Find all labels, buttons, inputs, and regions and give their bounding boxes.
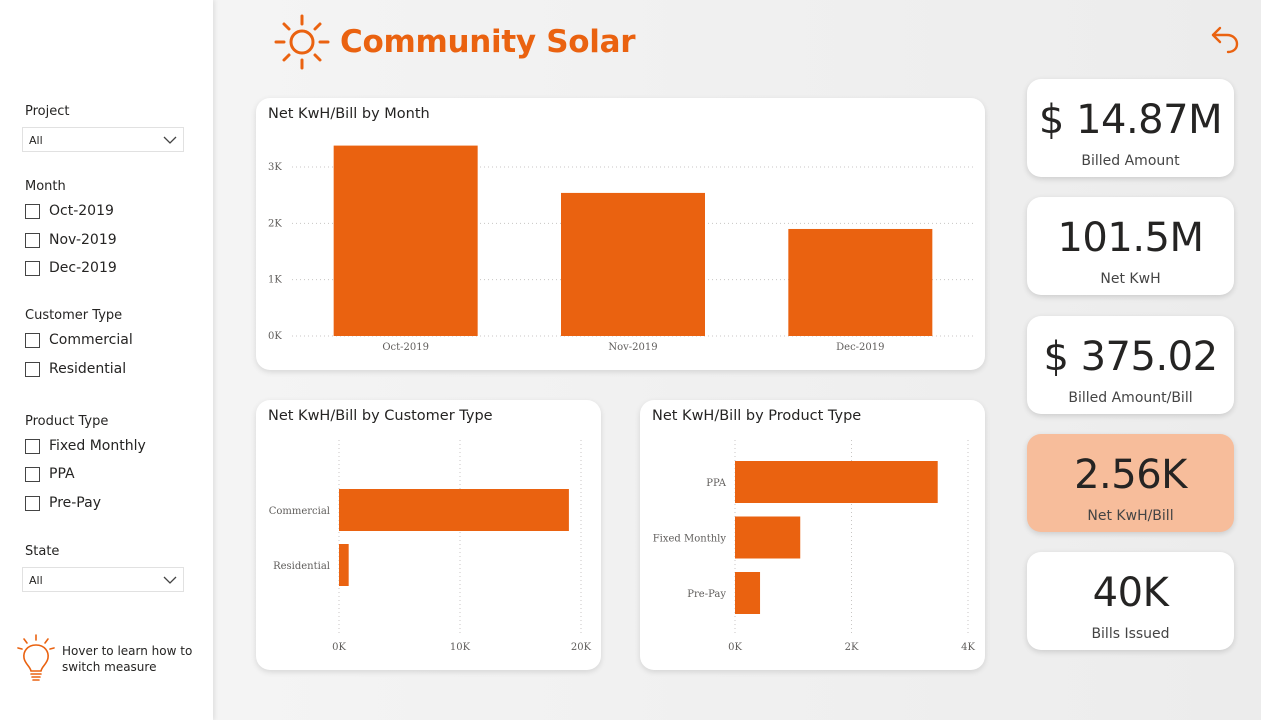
back-arrow-icon[interactable] bbox=[1209, 22, 1241, 54]
month-option-label: Dec-2019 bbox=[49, 260, 117, 276]
x-tick-label: Oct-2019 bbox=[382, 342, 429, 353]
bar bbox=[333, 145, 478, 336]
x-tick-label: 2K bbox=[845, 642, 859, 653]
product-option-fixed-monthly[interactable]: Fixed Monthly bbox=[25, 437, 146, 455]
product-type-chart-card[interactable]: Net KwH/Bill by Product Type 0K 2K 4K PPA Fi… bbox=[640, 400, 985, 670]
month-bar-chart: 0K 1K 2K 3K Oct-2019 Nov-2019 Dec-2019 bbox=[268, 145, 974, 353]
switch-measure-hint[interactable]: Hover to learn how to switch measure bbox=[16, 634, 192, 684]
y-category-label: Pre-Pay bbox=[687, 589, 726, 600]
product-option-label: Fixed Monthly bbox=[49, 438, 146, 454]
checkbox[interactable] bbox=[25, 260, 40, 276]
bar bbox=[339, 489, 569, 531]
x-tick-label: 0K bbox=[332, 642, 346, 653]
product-option-label: PPA bbox=[49, 466, 75, 482]
product-option-ppa[interactable]: PPA bbox=[25, 465, 75, 483]
kpi-value: $ 375.02 bbox=[1043, 334, 1218, 380]
sun-icon bbox=[274, 14, 330, 70]
kpi-value: 101.5M bbox=[1057, 215, 1204, 261]
y-tick-label: 0K bbox=[268, 331, 282, 342]
product-type-filter-title: Product Type bbox=[25, 414, 109, 429]
kpi-value: 2.56K bbox=[1074, 452, 1187, 498]
bar bbox=[735, 516, 801, 559]
kpi-label: Net KwH bbox=[1100, 271, 1161, 287]
customer-type-bar-chart: 0K 10K 20K Commercial Residential bbox=[269, 440, 592, 653]
y-category-label: Fixed Monthly bbox=[653, 534, 727, 545]
month-filter-title: Month bbox=[25, 179, 66, 194]
kpi-value: 40K bbox=[1092, 570, 1169, 616]
bar bbox=[561, 192, 705, 336]
hint-line-2: switch measure bbox=[62, 660, 157, 674]
y-category-label: Residential bbox=[273, 561, 330, 572]
checkbox[interactable] bbox=[25, 332, 40, 348]
checkbox[interactable] bbox=[25, 495, 40, 511]
kpi-billed-amount[interactable]: $ 14.87M Billed Amount bbox=[1027, 79, 1234, 177]
checkbox[interactable] bbox=[25, 361, 40, 377]
kpi-label: Billed Amount bbox=[1081, 153, 1180, 169]
x-tick-label: 20K bbox=[571, 642, 592, 653]
customer-option-commercial[interactable]: Commercial bbox=[25, 331, 133, 349]
y-tick-label: 3K bbox=[268, 162, 282, 173]
state-dropdown-value: All bbox=[29, 574, 43, 587]
bar bbox=[788, 228, 933, 336]
state-dropdown[interactable]: All bbox=[22, 567, 184, 592]
y-tick-label: 2K bbox=[268, 218, 282, 229]
customer-option-label: Residential bbox=[49, 361, 127, 377]
customer-option-residential[interactable]: Residential bbox=[25, 360, 126, 378]
kpi-value: $ 14.87M bbox=[1038, 97, 1223, 143]
month-option-oct[interactable]: Oct-2019 bbox=[25, 202, 114, 220]
app-title: Community Solar bbox=[340, 24, 636, 60]
bar bbox=[339, 544, 349, 586]
customer-option-label: Commercial bbox=[49, 332, 133, 348]
month-option-label: Oct-2019 bbox=[49, 203, 114, 219]
checkbox[interactable] bbox=[25, 438, 40, 454]
project-filter-title: Project bbox=[25, 104, 70, 119]
x-tick-label: 0K bbox=[728, 642, 742, 653]
bar bbox=[735, 461, 938, 503]
y-tick-label: 1K bbox=[268, 275, 282, 286]
x-tick-label: Nov-2019 bbox=[608, 342, 657, 353]
hint-line-1: Hover to learn how to bbox=[62, 644, 193, 658]
y-category-label: PPA bbox=[706, 478, 727, 489]
brand-logo: Community Solar bbox=[272, 12, 636, 72]
lightbulb-icon bbox=[17, 634, 55, 681]
kpi-bills-issued[interactable]: 40K Bills Issued bbox=[1027, 552, 1234, 650]
product-option-label: Pre-Pay bbox=[49, 495, 101, 511]
customer-type-chart-card[interactable]: Net KwH/Bill by Customer Type 0K 10K 20K Co… bbox=[256, 400, 601, 670]
checkbox[interactable] bbox=[25, 203, 40, 219]
filter-pane: Project All Month Oct-2019 Nov-2019 Dec-… bbox=[0, 0, 213, 720]
checkbox[interactable] bbox=[25, 232, 40, 248]
month-option-dec[interactable]: Dec-2019 bbox=[25, 259, 117, 277]
month-option-label: Nov-2019 bbox=[49, 232, 117, 248]
x-tick-label: 10K bbox=[450, 642, 471, 653]
month-option-nov[interactable]: Nov-2019 bbox=[25, 231, 117, 249]
kpi-net-kwh-per-bill[interactable]: 2.56K Net KwH/Bill bbox=[1027, 434, 1234, 532]
customer-type-filter-title: Customer Type bbox=[25, 308, 123, 323]
hint-text: Hover to learn how to switch measure bbox=[62, 643, 192, 675]
month-chart-card[interactable]: Net KwH/Bill by Month 0K 1K 2K 3K Oct-2019 No… bbox=[256, 98, 985, 370]
state-filter-title: State bbox=[25, 544, 60, 559]
kpi-label: Net KwH/Bill bbox=[1087, 508, 1174, 524]
kpi-label: Bills Issued bbox=[1091, 626, 1170, 642]
project-dropdown[interactable]: All bbox=[22, 127, 184, 152]
product-option-pre-pay[interactable]: Pre-Pay bbox=[25, 494, 101, 512]
y-category-label: Commercial bbox=[269, 506, 330, 517]
chevron-down-icon bbox=[163, 576, 177, 584]
product-type-bar-chart: 0K 2K 4K PPA Fixed Monthly Pre-Pay bbox=[653, 440, 975, 653]
kpi-net-kwh[interactable]: 101.5M Net KwH bbox=[1027, 197, 1234, 295]
x-tick-label: 4K bbox=[961, 642, 975, 653]
checkbox[interactable] bbox=[25, 466, 40, 482]
kpi-label: Billed Amount/Bill bbox=[1068, 390, 1193, 406]
kpi-billed-amount-per-bill[interactable]: $ 375.02 Billed Amount/Bill bbox=[1027, 316, 1234, 414]
chevron-down-icon bbox=[163, 136, 177, 144]
project-dropdown-value: All bbox=[29, 134, 43, 147]
x-tick-label: Dec-2019 bbox=[836, 342, 884, 353]
bar bbox=[735, 572, 761, 614]
